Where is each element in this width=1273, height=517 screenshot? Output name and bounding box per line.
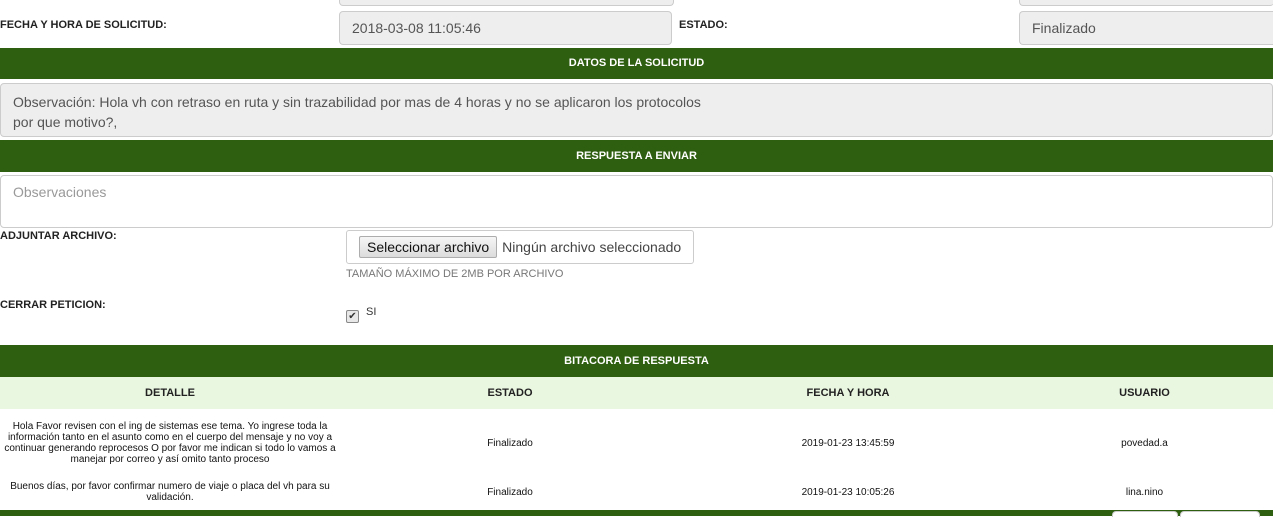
observaciones-textarea[interactable]: [0, 175, 1273, 228]
bitacora-header: BITACORA DE RESPUESTA: [0, 345, 1273, 377]
col-fecha-hora: FECHA Y HORA: [680, 377, 1016, 409]
col-usuario: USUARIO: [1016, 377, 1273, 409]
col-detalle: DETALLE: [0, 377, 340, 409]
adjuntar-archivo-label: ADJUNTAR ARCHIVO:: [0, 230, 117, 242]
cerrar-peticion-label: CERRAR PETICION:: [0, 299, 106, 311]
cerrar-option-label: SI: [366, 306, 377, 318]
file-size-help: TAMAÑO MÁXIMO DE 2MB POR ARCHIVO: [346, 268, 564, 280]
cerrar-peticion-checkbox[interactable]: ✔: [346, 310, 359, 323]
file-status-text: Ningún archivo seleccionado: [502, 239, 682, 255]
row-estado: Finalizado: [487, 486, 533, 498]
estado-label: ESTADO:: [679, 19, 728, 31]
datos-solicitud-header: DATOS DE LA SOLICITUD: [0, 48, 1273, 79]
file-input[interactable]: Seleccionar archivo Ningún archivo selec…: [346, 230, 694, 264]
row-detalle: Buenos días, por favor confirmar numero …: [10, 481, 330, 503]
footer-button-1[interactable]: [1112, 511, 1178, 517]
respuesta-enviar-header: RESPUESTA A ENVIAR: [0, 140, 1273, 172]
observacion-line-1: Observación: Hola vh con retraso en ruta…: [13, 94, 701, 110]
observacion-box: Observación: Hola vh con retraso en ruta…: [0, 83, 1273, 137]
row-usuario: lina.nino: [1125, 486, 1164, 498]
previous-field-right: [1019, 0, 1273, 6]
footer-button-2[interactable]: [1180, 511, 1260, 517]
table-row: Buenos días, por favor confirmar numero …: [0, 477, 1273, 507]
table-row: Hola Favor revisen con el ing de sistema…: [0, 409, 1273, 477]
row-fecha: 2019-01-23 10:05:26: [801, 486, 895, 498]
observacion-line-2: por que motivo?,: [13, 114, 118, 130]
fecha-solicitud-field: 2018-03-08 11:05:46: [339, 11, 672, 45]
col-estado: ESTADO: [340, 377, 680, 409]
fecha-solicitud-label: FECHA Y HORA DE SOLICITUD:: [0, 19, 167, 31]
row-estado: Finalizado: [487, 437, 533, 449]
seleccionar-archivo-button[interactable]: Seleccionar archivo: [359, 236, 498, 258]
bitacora-header-row: DETALLE ESTADO FECHA Y HORA USUARIO: [0, 377, 1273, 409]
row-usuario: povedad.a: [1121, 437, 1168, 449]
previous-field-left: [339, 0, 674, 6]
estado-field: Finalizado: [1019, 11, 1273, 45]
row-detalle: Hola Favor revisen con el ing de sistema…: [4, 421, 336, 465]
check-icon: ✔: [348, 311, 357, 322]
footer-bar: [0, 510, 1273, 516]
row-fecha: 2019-01-23 13:45:59: [801, 437, 895, 449]
bitacora-table: DETALLE ESTADO FECHA Y HORA USUARIO Hola…: [0, 377, 1273, 507]
